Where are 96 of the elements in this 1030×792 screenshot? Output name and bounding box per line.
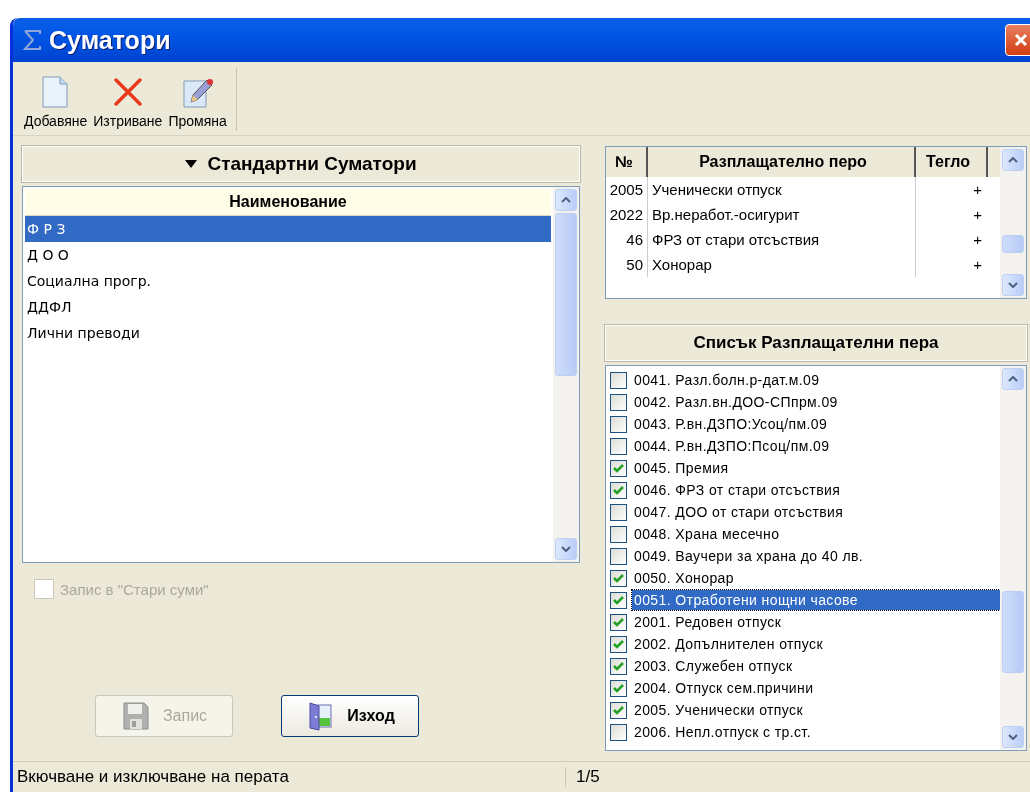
checkmark-icon	[613, 573, 624, 583]
list-item[interactable]: 0051. Отработени нощни часове	[632, 590, 1000, 611]
table-cell: Хонорар	[648, 252, 916, 277]
checkbox[interactable]	[610, 371, 627, 389]
list-item[interactable]: 0048. Храна месечно	[632, 524, 782, 545]
table-cell: 50	[606, 252, 648, 277]
table-cell: 2005	[606, 177, 648, 202]
checkmark-icon	[613, 595, 624, 605]
list-item[interactable]: 0041. Разл.болн.р-дат.м.09	[632, 370, 822, 391]
checkmark-icon	[613, 661, 624, 671]
checkbox[interactable]	[610, 723, 627, 741]
scroll-thumb[interactable]	[1002, 591, 1024, 674]
checkbox[interactable]	[610, 679, 627, 697]
list-item[interactable]: Социална прогр.	[25, 268, 551, 294]
close-icon	[1012, 31, 1030, 49]
table-cell: Ученически отпуск	[648, 177, 916, 202]
checkbox[interactable]	[610, 393, 627, 411]
list-item[interactable]: 0046. ФРЗ от стари отсъствия	[632, 480, 843, 501]
window-title: Суматори	[49, 25, 171, 55]
column-header: Наименование	[25, 189, 551, 216]
list-item[interactable]: Д О О	[25, 242, 551, 268]
triangle-down-icon	[185, 160, 198, 168]
delete-button[interactable]: Изтриване	[90, 66, 166, 135]
scrollbar[interactable]	[1000, 147, 1026, 299]
table-cell: Вр.неработ.-осигурит	[648, 202, 916, 227]
table-cell-text: +	[972, 205, 983, 225]
table-cell-text: +	[972, 230, 983, 250]
column-header: Тегло	[916, 147, 988, 177]
list-item[interactable]: 2001. Редовен отпуск	[632, 612, 784, 633]
edit-button[interactable]: Промяна	[165, 66, 230, 135]
list-item[interactable]: Лични преводи	[25, 320, 551, 346]
list-item[interactable]: 0050. Хонорар	[632, 568, 736, 589]
checkbox[interactable]	[610, 569, 627, 587]
scroll-thumb[interactable]	[555, 213, 577, 376]
list-item[interactable]: 2003. Служебен отпуск	[632, 656, 795, 677]
checkbox[interactable]	[610, 415, 627, 433]
list-item[interactable]: 0047. ДОО от стари отсъствия	[632, 502, 846, 523]
checkbox[interactable]	[610, 547, 627, 565]
scroll-down-button[interactable]	[555, 538, 577, 560]
chevron-down-icon	[1008, 734, 1018, 740]
exit-button[interactable]: Изход	[281, 695, 419, 737]
checkbox-label: Запис в "Стари суми"	[60, 580, 209, 598]
checkbox[interactable]	[610, 525, 627, 543]
checkmark-icon	[613, 683, 624, 693]
checkbox[interactable]	[610, 481, 627, 499]
checkmark-icon	[613, 639, 624, 649]
scroll-up-button[interactable]	[555, 189, 577, 211]
column-header: №	[606, 147, 648, 177]
column-header: Разплащателно перо	[648, 147, 916, 177]
chevron-up-icon	[1008, 157, 1018, 163]
list-item[interactable]: 2005. Ученически отпуск	[632, 700, 805, 721]
checkmark-icon	[613, 617, 624, 627]
chevron-down-icon	[1008, 282, 1018, 289]
scroll-down-button[interactable]	[1002, 274, 1024, 297]
list-item[interactable]: Ф Р З	[25, 216, 551, 242]
status-page: 1/5	[575, 767, 600, 787]
checkbox[interactable]	[610, 613, 627, 631]
list-item[interactable]: 0042. Разл.вн.ДОО-СПпрм.09	[632, 392, 840, 413]
scrollbar[interactable]	[553, 187, 579, 562]
table-cell: ФРЗ от стари отсъствия	[648, 227, 916, 252]
scroll-down-button[interactable]	[1002, 726, 1024, 748]
panel-header: Списък Разплащателни пера	[605, 325, 1027, 362]
checkbox[interactable]	[610, 657, 627, 675]
checkbox[interactable]	[610, 503, 627, 521]
checkmark-icon	[613, 463, 624, 473]
checkbox[interactable]	[610, 437, 627, 455]
checkbox[interactable]	[610, 591, 627, 609]
chevron-up-icon	[1008, 376, 1018, 383]
list-item[interactable]: 0043. Р.вн.ДЗПО:Усоц/пм.09	[632, 414, 830, 435]
list-item[interactable]: 0049. Ваучери за храна до 40 лв.	[632, 546, 866, 567]
close-button[interactable]	[1005, 24, 1030, 56]
checkbox[interactable]	[610, 459, 627, 477]
checkmark-icon	[613, 485, 624, 495]
list-item[interactable]: 2004. Отпуск сем.причини	[632, 678, 816, 699]
checkbox[interactable]	[610, 701, 627, 719]
scroll-up-button[interactable]	[1002, 149, 1024, 171]
add-button[interactable]: Добавяне	[21, 66, 91, 135]
list-item[interactable]: 2002. Допълнителен отпуск	[632, 634, 825, 655]
list-item[interactable]: 0044. Р.вн.ДЗПО:Псоц/пм.09	[632, 436, 832, 457]
checkmark-icon	[613, 705, 624, 715]
list-item[interactable]: 2006. Непл.отпуск с тр.ст.	[632, 722, 813, 743]
scrollbar[interactable]	[1000, 366, 1026, 750]
table-cell: 2022	[606, 202, 648, 227]
checkbox[interactable]	[610, 635, 627, 653]
status-message: Вкючване и изключване на перата	[13, 767, 566, 787]
table-cell-text: +	[972, 180, 983, 200]
table-cell-text: +	[972, 255, 983, 275]
sigma-icon	[21, 27, 43, 53]
panel-title: Стандартни Суматори	[207, 153, 417, 175]
scroll-thumb[interactable]	[1002, 234, 1024, 253]
scroll-up-button[interactable]	[1002, 368, 1024, 391]
chevron-down-icon	[561, 546, 571, 552]
table-cell: 46	[606, 227, 648, 252]
list-item[interactable]: 0045. Премия	[632, 458, 731, 479]
list-item[interactable]: ДДФЛ	[25, 294, 551, 320]
chevron-up-icon	[561, 197, 571, 203]
